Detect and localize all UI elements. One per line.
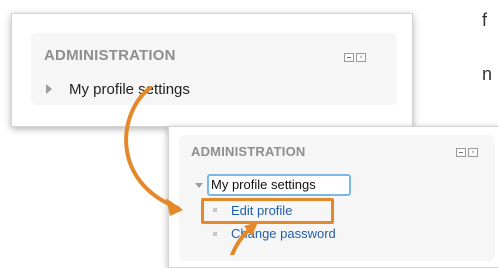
callout-arrows: [124, 86, 258, 255]
callout-arrow-main: [124, 86, 180, 210]
callout-arrowhead-main: [166, 198, 183, 216]
